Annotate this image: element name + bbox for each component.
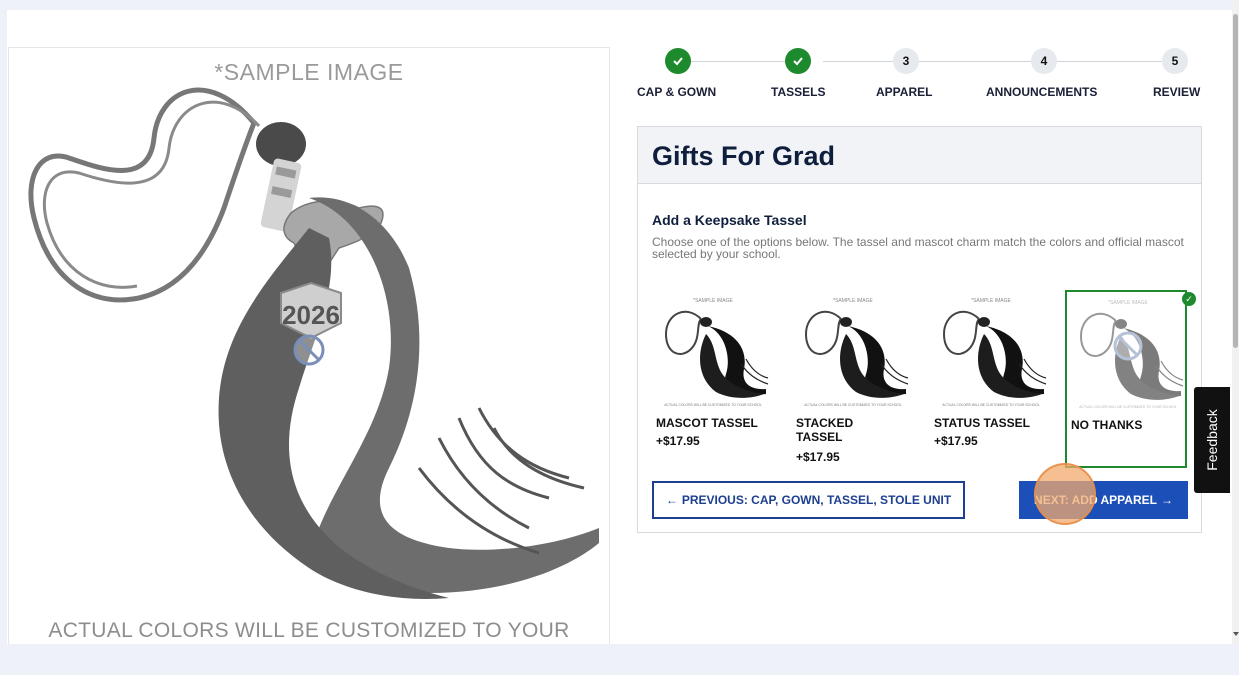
- previous-step-button[interactable]: ← PREVIOUS: CAP, GOWN, TASSEL, STOLE UNI…: [652, 481, 965, 519]
- option-name: NO THANKS: [1071, 418, 1143, 432]
- checkout-stepper: CAP & GOWN TASSELS 3 APPAREL 4 ANNOUNCEM…: [637, 48, 1203, 104]
- step-2-check-icon[interactable]: [785, 48, 811, 74]
- scroll-down-arrow-icon[interactable]: [1233, 632, 1239, 636]
- tassel-option-card[interactable]: *SAMPLE IMAGE ACTUAL COLORS WILL BE CUST…: [1065, 290, 1187, 468]
- feedback-label: Feedback: [1204, 409, 1220, 471]
- feedback-tab[interactable]: Feedback: [1194, 387, 1230, 493]
- option-name: STACKED TASSEL: [796, 416, 854, 444]
- thumbnail-disclaimer: ACTUAL COLORS WILL BE CUSTOMIZED TO YOUR…: [664, 403, 762, 407]
- step-label-announcements[interactable]: ANNOUNCEMENTS: [986, 85, 1097, 99]
- gifts-for-grad-panel: Gifts For Grad Add a Keepsake Tassel Cho…: [637, 126, 1202, 533]
- sample-image-caption: *SAMPLE IMAGE: [214, 59, 404, 85]
- tassel-thumbnail: *SAMPLE IMAGE ACTUAL COLORS WILL BE CUST…: [664, 298, 769, 407]
- step-1-check-icon[interactable]: [665, 48, 691, 74]
- step-label-tassels[interactable]: TASSELS: [771, 85, 825, 99]
- step-4-number[interactable]: 4: [1031, 48, 1057, 74]
- section-description: Choose one of the options below. The tas…: [652, 235, 1184, 261]
- tassel-thumbnail: *SAMPLE IMAGE ACTUAL COLORS WILL BE CUST…: [1079, 300, 1184, 409]
- thumbnail-sample-caption: *SAMPLE IMAGE: [693, 298, 733, 304]
- year-charm-text: 2026: [282, 300, 340, 330]
- step-5-number[interactable]: 5: [1162, 48, 1188, 74]
- thumbnail-sample-caption: *SAMPLE IMAGE: [1108, 300, 1148, 306]
- top-strip: [0, 0, 1232, 10]
- step-connector: [919, 61, 1031, 62]
- tassel-thumbnail: *SAMPLE IMAGE ACTUAL COLORS WILL BE CUST…: [804, 298, 909, 407]
- option-name: MASCOT TASSEL: [656, 416, 758, 430]
- option-name: STATUS TASSEL: [934, 416, 1030, 430]
- step-label-cap-gown[interactable]: CAP & GOWN: [637, 85, 716, 99]
- panel-header: Gifts For Grad: [638, 127, 1201, 184]
- customization-disclaimer: ACTUAL COLORS WILL BE CUSTOMIZED TO YOUR…: [48, 619, 570, 644]
- arrow-right-icon: →: [1160, 493, 1173, 507]
- step-connector: [687, 61, 787, 62]
- click-indicator: [1034, 463, 1096, 525]
- step-label-review[interactable]: REVIEW: [1153, 85, 1200, 99]
- thumbnail-disclaimer: ACTUAL COLORS WILL BE CUSTOMIZED TO YOUR…: [942, 403, 1040, 407]
- scrollbar-thumb[interactable]: [1233, 14, 1238, 348]
- tassel-option-card[interactable]: *SAMPLE IMAGE ACTUAL COLORS WILL BE CUST…: [652, 290, 774, 468]
- step-3-number[interactable]: 3: [893, 48, 919, 74]
- previous-step-label: PREVIOUS: CAP, GOWN, TASSEL, STOLE UNIT: [681, 493, 952, 507]
- section-title: Add a Keepsake Tassel: [652, 212, 807, 228]
- thumbnail-sample-caption: *SAMPLE IMAGE: [971, 298, 1011, 304]
- product-hero-image: 2026 *SAMPLE IMAGE ACTUAL COLORS WILL BE…: [8, 47, 610, 644]
- thumbnail-sample-caption: *SAMPLE IMAGE: [833, 298, 873, 304]
- tassel-option-card[interactable]: *SAMPLE IMAGE ACTUAL COLORS WILL BE CUST…: [792, 290, 914, 468]
- option-price: +$17.95: [796, 450, 840, 464]
- step-connector: [1057, 61, 1162, 62]
- step-label-apparel[interactable]: APPAREL: [876, 85, 932, 99]
- option-price: +$17.95: [656, 434, 700, 448]
- tassel-illustration: 2026: [28, 87, 599, 599]
- step-connector: [823, 61, 893, 62]
- thumbnail-disclaimer: ACTUAL COLORS WILL BE CUSTOMIZED TO YOUR…: [1079, 405, 1177, 409]
- left-strip: [0, 10, 7, 644]
- thumbnail-disclaimer: ACTUAL COLORS WILL BE CUSTOMIZED TO YOUR…: [804, 403, 902, 407]
- tassel-thumbnail: *SAMPLE IMAGE ACTUAL COLORS WILL BE CUST…: [942, 298, 1047, 407]
- arrow-left-icon: ←: [665, 493, 678, 507]
- panel-title: Gifts For Grad: [652, 141, 836, 171]
- option-price: +$17.95: [934, 434, 978, 448]
- tassel-option-card[interactable]: *SAMPLE IMAGE ACTUAL COLORS WILL BE CUST…: [930, 290, 1052, 468]
- selected-check-icon: ✓: [1182, 292, 1196, 306]
